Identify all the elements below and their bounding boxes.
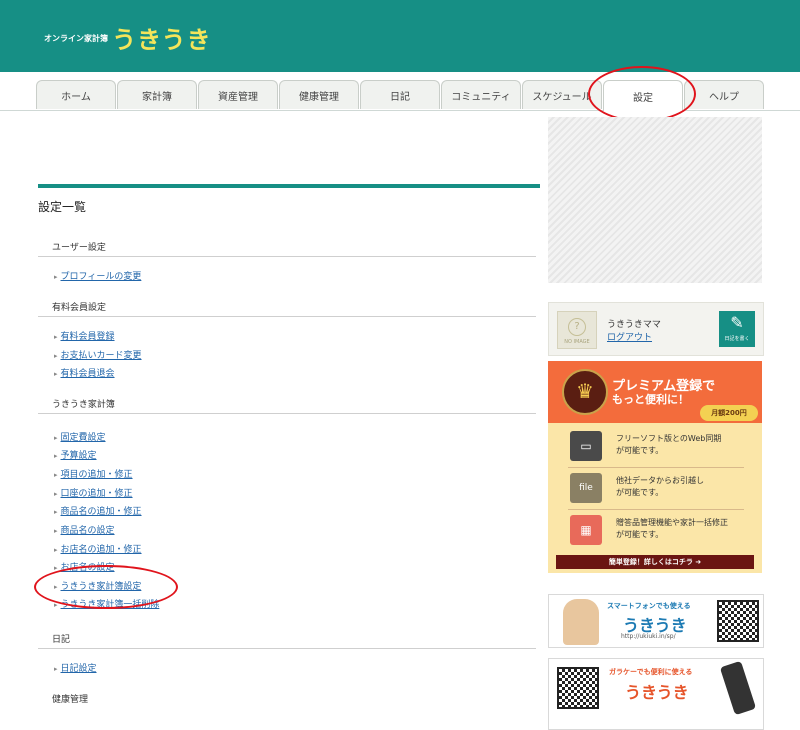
link-diary-settings[interactable]: ▸ 日記設定 xyxy=(54,661,97,674)
premium-feature-sync: ▭ フリーソフト版とのWeb同期 が可能です。 xyxy=(568,427,744,468)
section-divider xyxy=(38,316,536,317)
link-arrow-icon: ▸ xyxy=(54,490,58,498)
avatar: ? NO IMAGE xyxy=(557,311,597,349)
flip-phone-image xyxy=(719,660,757,716)
link-payment-card-change[interactable]: ▸ お支払いカード変更 xyxy=(54,348,142,361)
link-item-edit[interactable]: ▸ 項目の追加・修正 xyxy=(54,467,133,480)
qr-code-icon xyxy=(717,600,759,642)
premium-register-button[interactable]: 簡単登録！詳しくはコチラ ➜ xyxy=(556,555,754,569)
premium-feature-import: file 他社データからお引越し が可能です。 xyxy=(568,469,744,510)
smartphone-ad-url: http://ukiuki.in/sp/ xyxy=(621,633,676,640)
link-paid-member-register[interactable]: ▸ 有料会員登録 xyxy=(54,329,115,342)
section-ukiuki-kakeibo: うきうき家計簿 xyxy=(52,400,115,410)
write-diary-button[interactable]: ✎ 日記を書く xyxy=(719,311,755,347)
site-header: オンライン家計簿 うきうき xyxy=(0,0,800,72)
link-arrow-icon: ▸ xyxy=(54,508,58,516)
link-arrow-icon: ▸ xyxy=(54,452,58,460)
site-logo[interactable]: うきうき xyxy=(112,20,212,55)
smartphone-ad[interactable]: スマートフォンでも使える うきうき http://ukiuki.in/sp/ xyxy=(548,594,764,648)
feature-phone-ad-text: ガラケーでも便利に使える xyxy=(609,668,693,676)
section-diary: 日記 xyxy=(52,635,71,645)
file-icon: file xyxy=(570,473,602,503)
premium-feature-gift: ▦ 贈答品管理機能や家計一括修正 が可能です。 xyxy=(568,511,744,551)
link-product-name-edit[interactable]: ▸ 商品名の追加・修正 xyxy=(54,504,142,517)
question-icon: ? xyxy=(568,318,586,336)
link-arrow-icon: ▸ xyxy=(54,665,58,673)
highlight-circle-kakeibo-settings xyxy=(34,565,178,609)
monitor-icon: ▭ xyxy=(570,431,602,461)
woman-with-phone-image xyxy=(563,599,599,645)
premium-banner[interactable]: ♛ プレミアム登録で もっと便利に！ 月額200円 ▭ フリーソフト版とのWeb… xyxy=(548,361,762,573)
link-budget[interactable]: ▸ 予算設定 xyxy=(54,448,97,461)
feature-phone-ad-logo: うきうき xyxy=(625,683,689,702)
premium-header: ♛ プレミアム登録で もっと便利に！ 月額200円 xyxy=(548,361,762,423)
tab-community[interactable]: コミュニティ xyxy=(441,80,521,109)
tab-health[interactable]: 健康管理 xyxy=(279,80,359,109)
highlight-circle-settings xyxy=(588,66,696,122)
link-account-edit[interactable]: ▸ 口座の追加・修正 xyxy=(54,486,133,499)
qr-code-icon xyxy=(557,667,599,709)
section-divider xyxy=(38,648,536,649)
link-shop-name-edit[interactable]: ▸ お店名の追加・修正 xyxy=(54,542,142,555)
tab-diary[interactable]: 日記 xyxy=(360,80,440,109)
premium-title-2: もっと便利に！ xyxy=(612,393,689,406)
profile-box: ? NO IMAGE うきうきママ ログアウト ✎ 日記を書く xyxy=(548,302,764,356)
link-arrow-icon: ▸ xyxy=(54,546,58,554)
link-arrow-icon: ▸ xyxy=(54,471,58,479)
link-arrow-icon: ▸ xyxy=(54,273,58,281)
link-arrow-icon: ▸ xyxy=(54,370,58,378)
section-divider xyxy=(38,413,536,414)
tab-kakeibo[interactable]: 家計簿 xyxy=(117,80,197,109)
link-arrow-icon: ▸ xyxy=(54,352,58,360)
tab-assets[interactable]: 資産管理 xyxy=(198,80,278,109)
link-arrow-icon: ▸ xyxy=(54,434,58,442)
sidebar-ad-placeholder xyxy=(548,117,762,283)
tab-help[interactable]: ヘルプ xyxy=(684,80,764,109)
feature-phone-ad[interactable]: ガラケーでも便利に使える うきうき xyxy=(548,658,764,730)
calculator-icon: ▦ xyxy=(570,515,602,545)
content-top-bar xyxy=(38,184,540,188)
link-profile-change[interactable]: ▸ プロフィールの変更 xyxy=(54,269,141,282)
section-health: 健康管理 xyxy=(52,695,89,705)
page-title: 設定一覧 xyxy=(38,200,87,214)
section-paid-member: 有料会員設定 xyxy=(52,303,107,313)
crown-icon: ♛ xyxy=(562,369,608,415)
link-product-name-settings[interactable]: ▸ 商品名の設定 xyxy=(54,523,115,536)
tab-home[interactable]: ホーム xyxy=(36,80,116,109)
section-user-settings: ユーザー設定 xyxy=(52,243,106,253)
arrow-right-icon: ➜ xyxy=(695,558,702,566)
logout-link[interactable]: ログアウト xyxy=(607,330,652,343)
site-subtitle: オンライン家計簿 xyxy=(44,34,108,43)
price-badge: 月額200円 xyxy=(700,405,758,421)
link-arrow-icon: ▸ xyxy=(54,527,58,535)
user-name: うきうきママ xyxy=(607,320,661,330)
smartphone-ad-text: スマートフォンでも使える xyxy=(607,602,691,610)
link-fixed-cost[interactable]: ▸ 固定費設定 xyxy=(54,430,106,443)
link-paid-member-cancel[interactable]: ▸ 有料会員退会 xyxy=(54,366,115,379)
link-arrow-icon: ▸ xyxy=(54,333,58,341)
pen-icon: ✎ xyxy=(730,313,744,332)
section-divider xyxy=(38,256,536,257)
